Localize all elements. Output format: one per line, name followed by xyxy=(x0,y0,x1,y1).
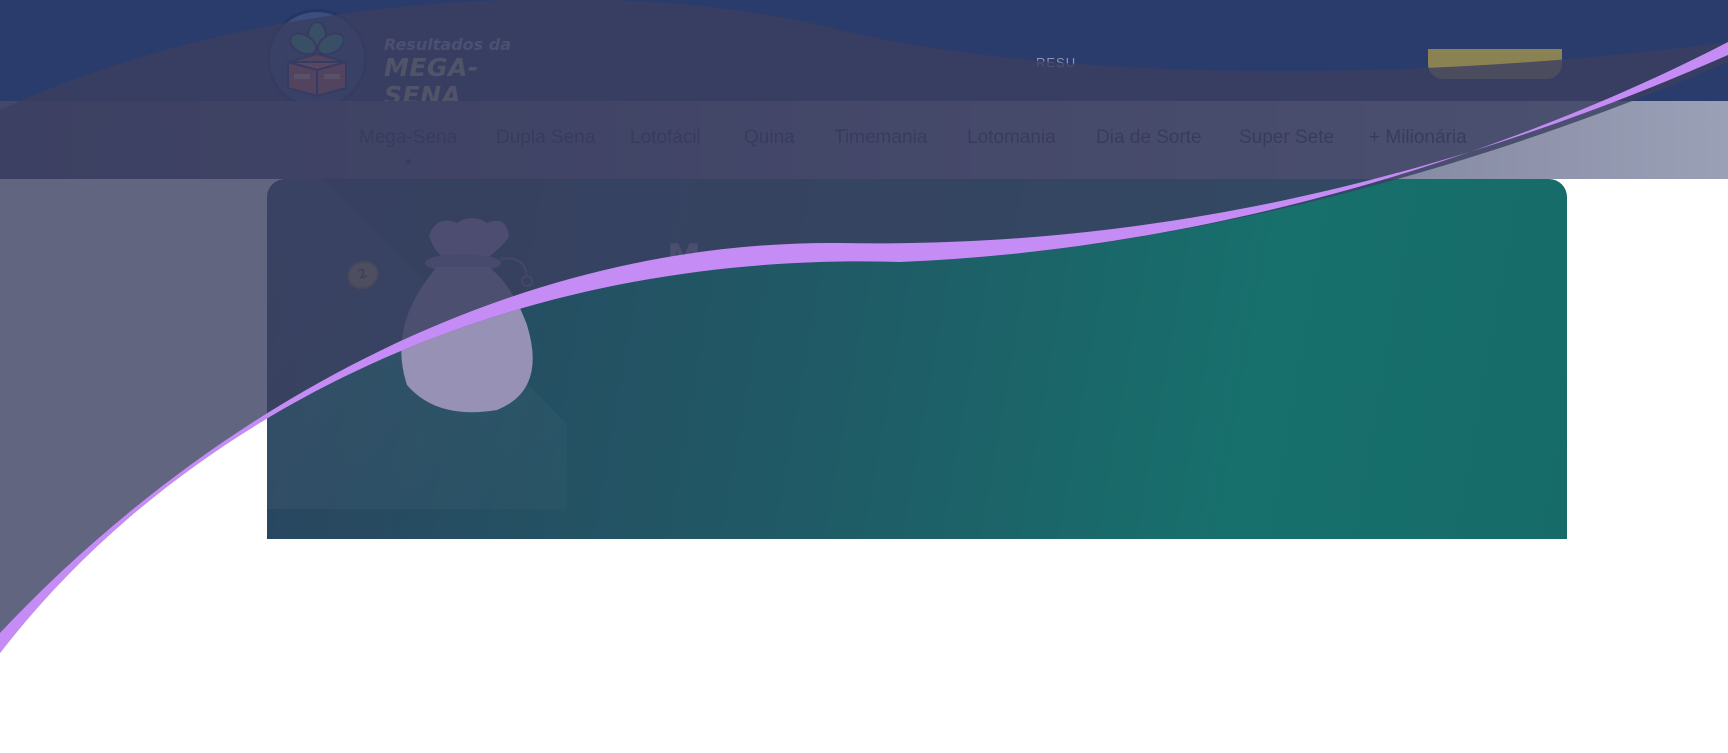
money-bag-icon xyxy=(401,218,533,413)
site-logo[interactable]: Resultados da MEGA-SENA xyxy=(267,9,547,110)
top-nav-link[interactable]: RESU xyxy=(1036,55,1076,70)
nav-item-mega-sena[interactable]: Mega-Sena xyxy=(359,127,457,164)
hero-title: M xyxy=(667,237,701,277)
nav-item-mais-milionaria[interactable]: + Milionária xyxy=(1369,127,1467,149)
nav-item-timemania[interactable]: Timemania xyxy=(834,127,927,149)
nav-item-dia-de-sorte[interactable]: Dia de Sorte xyxy=(1096,127,1202,149)
nav-item-quina[interactable]: Quina xyxy=(744,127,795,149)
nav-item-dupla-sena[interactable]: Dupla Sena xyxy=(496,127,595,149)
nav-item-lotofacil[interactable]: Lotofácil xyxy=(630,127,701,149)
lottery-nav: Mega-Sena Dupla Sena Lotofácil Quina Tim… xyxy=(0,101,1728,179)
lottery-box-clover-icon xyxy=(267,9,367,109)
nav-item-lotomania[interactable]: Lotomania xyxy=(967,127,1056,149)
nav-item-super-sete[interactable]: Super Sete xyxy=(1239,127,1334,149)
hero-banner: 2 M xyxy=(267,179,1567,539)
logo-subtitle: Resultados da xyxy=(384,35,512,54)
header-bar: Resultados da MEGA-SENA RESU xyxy=(0,0,1728,110)
header-cta-button[interactable] xyxy=(1428,49,1562,79)
